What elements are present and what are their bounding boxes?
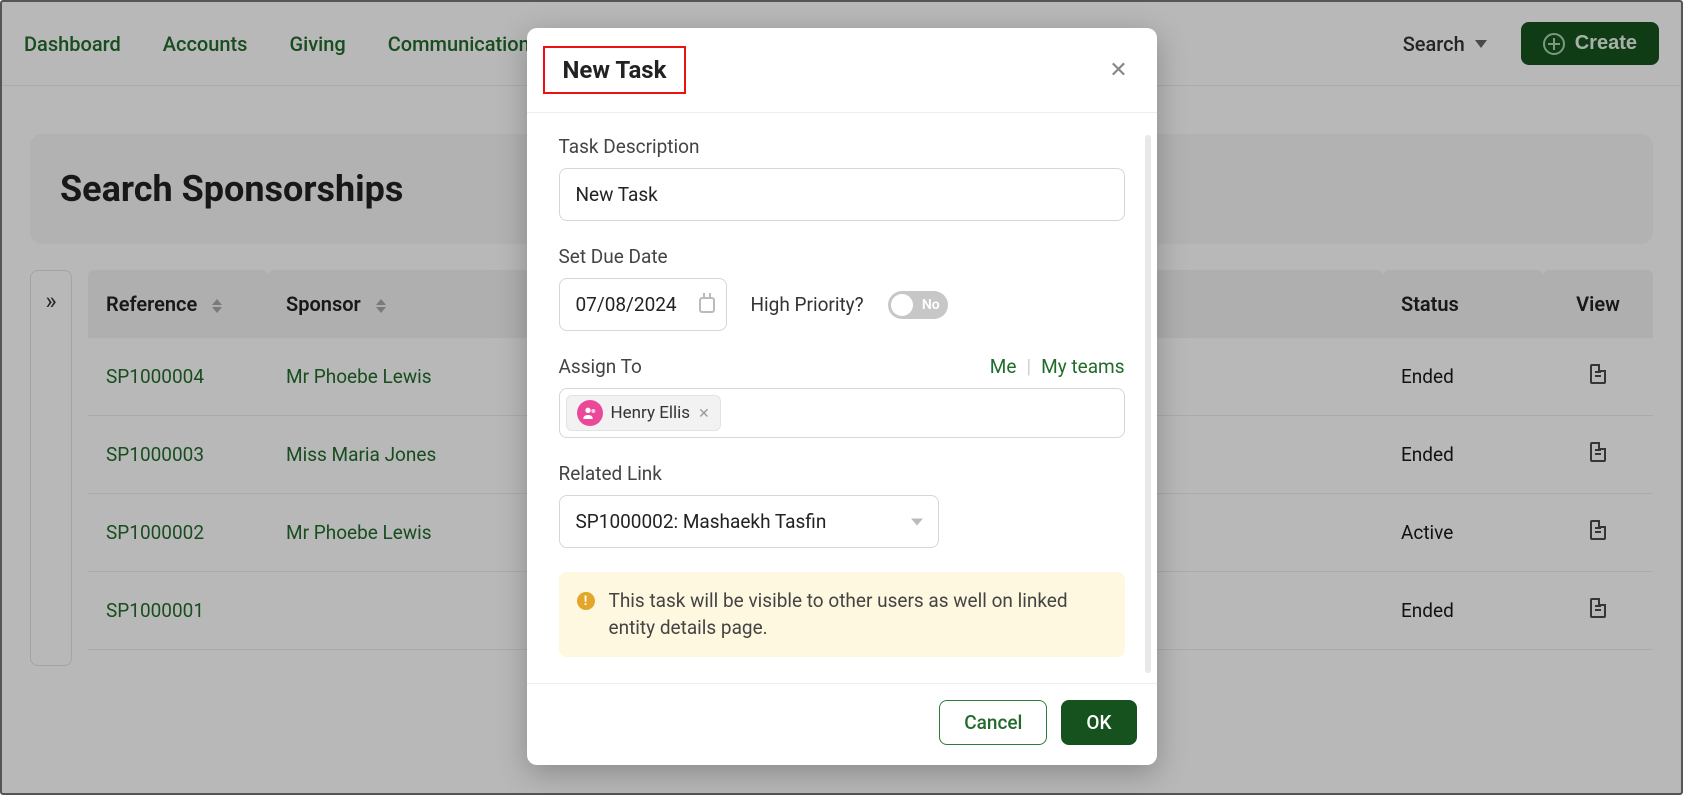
notice-text: This task will be visible to other users… — [609, 588, 1107, 641]
modal-overlay: New Task ✕ Task Description Set Due Date — [2, 2, 1681, 793]
chevron-down-icon — [911, 518, 923, 525]
task-description-input[interactable] — [559, 168, 1125, 221]
visibility-notice: ! This task will be visible to other use… — [559, 572, 1125, 657]
assign-me-link[interactable]: Me — [990, 355, 1017, 378]
modal-title: New Task — [563, 56, 667, 84]
modal-scrollbar[interactable] — [1145, 135, 1151, 673]
warning-icon: ! — [577, 592, 595, 610]
assignee-name: Henry Ellis — [611, 403, 691, 423]
priority-toggle-text: No — [922, 297, 940, 313]
modal-title-highlight: New Task — [543, 46, 687, 94]
avatar-icon — [577, 400, 603, 426]
assign-my-teams-link[interactable]: My teams — [1041, 355, 1124, 378]
label-priority: High Priority? — [751, 293, 864, 316]
remove-assignee-icon[interactable]: ✕ — [698, 405, 710, 422]
related-link-select[interactable] — [559, 495, 939, 548]
priority-toggle[interactable]: No — [888, 291, 948, 319]
new-task-modal: New Task ✕ Task Description Set Due Date — [527, 28, 1157, 765]
assign-to-input[interactable]: Henry Ellis ✕ — [559, 388, 1125, 438]
label-due-date: Set Due Date — [559, 245, 1125, 268]
label-task-description: Task Description — [559, 135, 1125, 158]
close-icon[interactable]: ✕ — [1105, 56, 1133, 84]
label-assign-to: Assign To — [559, 355, 642, 378]
ok-button[interactable]: OK — [1061, 700, 1136, 745]
calendar-icon[interactable] — [699, 297, 715, 313]
assignee-chip: Henry Ellis ✕ — [566, 395, 721, 431]
label-related-link: Related Link — [559, 462, 1125, 485]
cancel-button[interactable]: Cancel — [939, 700, 1047, 745]
